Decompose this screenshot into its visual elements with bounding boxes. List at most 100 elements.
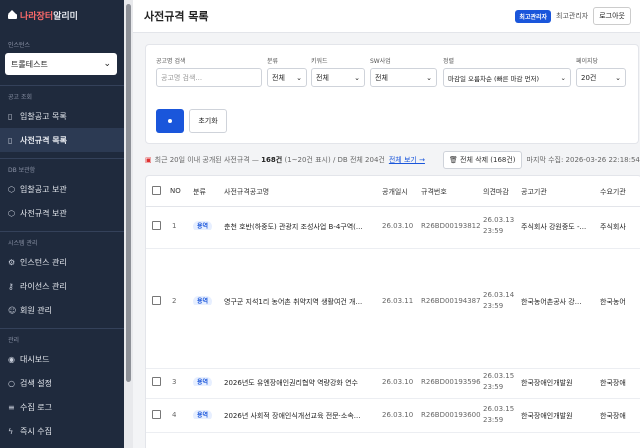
document-icon: ▯ bbox=[8, 135, 13, 145]
table-row[interactable]: 1 용역 춘천 호반(하중도) 관광지 조성사업 B-4구역(... 26.03… bbox=[146, 206, 640, 249]
filter-perpage: 페이지당 20건 ⌄ bbox=[576, 56, 626, 87]
nav-label: 라이선스 관리 bbox=[20, 281, 67, 291]
row-demand: 한국장애 bbox=[600, 379, 626, 387]
nav-instance-manage[interactable]: ⚙ 인스턴스 관리 bbox=[0, 250, 124, 274]
nav-license-manage[interactable]: ⚷ 라이선스 관리 bbox=[0, 274, 124, 298]
row-title[interactable]: 춘천 호반(하중도) 관광지 조성사업 B-4구역(... bbox=[224, 222, 374, 232]
search-button[interactable] bbox=[156, 109, 184, 133]
row-deadline-date: 26.03.15 bbox=[483, 372, 515, 380]
keyword-value: 전체 bbox=[316, 73, 329, 82]
document-icon: ▯ bbox=[8, 111, 13, 121]
reset-button[interactable]: 초기화 bbox=[189, 109, 227, 133]
table-row[interactable]: 2 용역 영구군 지석1리 농어촌 취약지역 생활여건 개... 26.03.1… bbox=[146, 248, 640, 369]
col-deadline: 의견마감 bbox=[483, 188, 509, 196]
chevron-down-icon: ⌄ bbox=[296, 73, 302, 82]
nav-search-settings[interactable]: ○ 검색 설정 bbox=[0, 371, 124, 395]
row-ref: R26BD00193600 bbox=[421, 411, 481, 419]
chevron-down-icon: ⌄ bbox=[354, 73, 360, 82]
search-input[interactable]: 공고명 검색... bbox=[156, 68, 262, 87]
nav-prespec-archive[interactable]: ⬡ 사전규격 보관 bbox=[0, 201, 124, 225]
sidebar: 나라장터 알리미 인스턴스 트롤테스트 ⌄ 공고 조회 ▯ 입찰공고 목록 ▯ 사전… bbox=[0, 0, 124, 448]
nav-member-manage[interactable]: ☺ 회원 관리 bbox=[0, 298, 124, 322]
filter-sw: SW사업 전체 ⌄ bbox=[370, 56, 437, 87]
search-icon bbox=[168, 119, 172, 123]
row-title[interactable]: 2026년 사회적 장애인식개선교육 전문·소속... bbox=[224, 411, 374, 421]
app-name-part2: 알리미 bbox=[53, 11, 78, 22]
last-updated: 마지막 수집: 2026-03-26 22:18:54 bbox=[526, 156, 640, 164]
search-label: 공고명 검색 bbox=[156, 58, 186, 65]
row-checkbox[interactable] bbox=[152, 221, 161, 230]
table-row[interactable]: 3 용역 2026년도 유엔장애인권리협약 역량강화 연수 26.03.10 R… bbox=[146, 368, 640, 399]
sw-value: 전체 bbox=[375, 73, 388, 82]
scrollbar-thumb[interactable] bbox=[126, 4, 131, 382]
summary-text: 최근 20일 이내 공개된 사전규격 — bbox=[154, 156, 259, 164]
row-agency: 한국농어촌공사 강... bbox=[521, 298, 582, 306]
nav-label: 입찰공고 보관 bbox=[20, 184, 67, 194]
page-title: 사전규격 목록 bbox=[144, 10, 209, 23]
app-name-part1: 나라장터 bbox=[20, 11, 54, 22]
row-demand: 주식회사 bbox=[600, 223, 626, 231]
row-checkbox[interactable] bbox=[152, 410, 161, 419]
category-tag: 용역 bbox=[193, 377, 213, 386]
col-title: 사전규격공고명 bbox=[224, 188, 270, 196]
chevron-down-icon: ⌄ bbox=[560, 73, 566, 82]
summary-count: 168건 bbox=[261, 156, 283, 164]
table-row[interactable]: 4 용역 2026년 사회적 장애인식개선교육 전문·소속... 26.03.1… bbox=[146, 398, 640, 433]
nav-collect-now[interactable]: ϟ 즉시 수집 bbox=[0, 419, 124, 443]
summary-range: (1~20건 표시) bbox=[284, 156, 331, 164]
row-title[interactable]: 2026년도 유엔장애인권리협약 역량강화 연수 bbox=[224, 378, 374, 388]
nav-bid-archive[interactable]: ⬡ 입찰공고 보관 bbox=[0, 177, 124, 201]
row-demand: 한국농어 bbox=[600, 298, 626, 306]
row-date: 26.03.10 bbox=[382, 411, 414, 419]
app-logo[interactable]: 나라장터 알리미 bbox=[0, 0, 124, 30]
nav-label: 회원 관리 bbox=[20, 305, 52, 315]
category-value: 전체 bbox=[272, 73, 285, 82]
db-total: / DB 전체 204건 bbox=[332, 156, 385, 164]
row-title[interactable]: 영구군 지석1리 농어촌 취약지역 생활여건 개... bbox=[224, 297, 374, 307]
row-checkbox[interactable] bbox=[152, 377, 161, 386]
results-table: NO 분류 사전규격공고명 공개일시 규격번호 의견마감 공고기관 수요기관 1… bbox=[145, 175, 640, 448]
category-tag: 용역 bbox=[193, 221, 213, 230]
user-icon: ☺ bbox=[8, 305, 17, 315]
sort-label: 정렬 bbox=[443, 58, 455, 65]
nav-label: 인스턴스 관리 bbox=[20, 257, 67, 267]
keyword-select[interactable]: 전체 ⌄ bbox=[311, 68, 365, 87]
nav-collect-log[interactable]: ≡ 수집 로그 bbox=[0, 395, 124, 419]
perpage-label: 페이지당 bbox=[576, 58, 599, 65]
chevron-down-icon: ⌄ bbox=[103, 59, 111, 69]
filter-category: 분류 전체 ⌄ bbox=[267, 56, 307, 87]
section-label-db: DB 보관함 bbox=[8, 167, 36, 174]
row-deadline-time: 23:59 bbox=[483, 302, 504, 310]
sort-value: 마감일 오름차순 (빠른 마감 먼저) bbox=[448, 74, 540, 83]
sw-select[interactable]: 전체 ⌄ bbox=[370, 68, 437, 87]
top-bar: 사전규격 목록 최고관리자 최고관리자 로그아웃 bbox=[133, 0, 640, 33]
col-demand: 수요기관 bbox=[600, 188, 626, 196]
perpage-select[interactable]: 20건 ⌄ bbox=[576, 68, 626, 87]
nav-prespec-list[interactable]: ▯ 사전규격 목록 bbox=[0, 128, 124, 152]
category-select[interactable]: 전체 ⌄ bbox=[267, 68, 307, 87]
sort-select[interactable]: 마감일 오름차순 (빠른 마감 먼저) ⌄ bbox=[443, 68, 571, 87]
row-agency: 주식회사 강원중도 -... bbox=[521, 223, 587, 231]
select-all-checkbox[interactable] bbox=[152, 186, 161, 195]
row-agency: 한국장애인개발원 bbox=[521, 412, 573, 420]
view-all-link[interactable]: 전체 보기 → bbox=[389, 155, 425, 165]
box-icon: ⬡ bbox=[8, 208, 15, 218]
perpage-value: 20건 bbox=[581, 73, 597, 82]
sw-label: SW사업 bbox=[370, 58, 391, 65]
row-ref: R26BD00193812 bbox=[421, 222, 481, 230]
row-no: 3 bbox=[172, 378, 177, 386]
sidebar-scrollbar[interactable] bbox=[124, 0, 133, 448]
nav-label: 즉시 수집 bbox=[20, 426, 52, 436]
logout-button[interactable]: 로그아웃 bbox=[593, 7, 631, 25]
result-summary: ▣ 최근 20일 이내 공개된 사전규격 — 168건 (1~20건 표시) /… bbox=[145, 151, 640, 169]
nav-label: 검색 설정 bbox=[20, 378, 52, 388]
nav-bid-list[interactable]: ▯ 입찰공고 목록 bbox=[0, 104, 124, 128]
instance-select[interactable]: 트롤테스트 ⌄ bbox=[5, 53, 117, 75]
delete-all-button[interactable]: 🗑 전체 삭제 (168건) bbox=[442, 151, 522, 169]
calendar-icon: ▣ bbox=[145, 156, 152, 164]
row-deadline-date: 26.03.14 bbox=[483, 291, 515, 299]
nav-label: 사전규격 목록 bbox=[20, 135, 67, 145]
row-checkbox[interactable] bbox=[152, 296, 161, 305]
row-date: 26.03.10 bbox=[382, 222, 414, 230]
nav-dashboard[interactable]: ◉ 대시보드 bbox=[0, 347, 124, 371]
